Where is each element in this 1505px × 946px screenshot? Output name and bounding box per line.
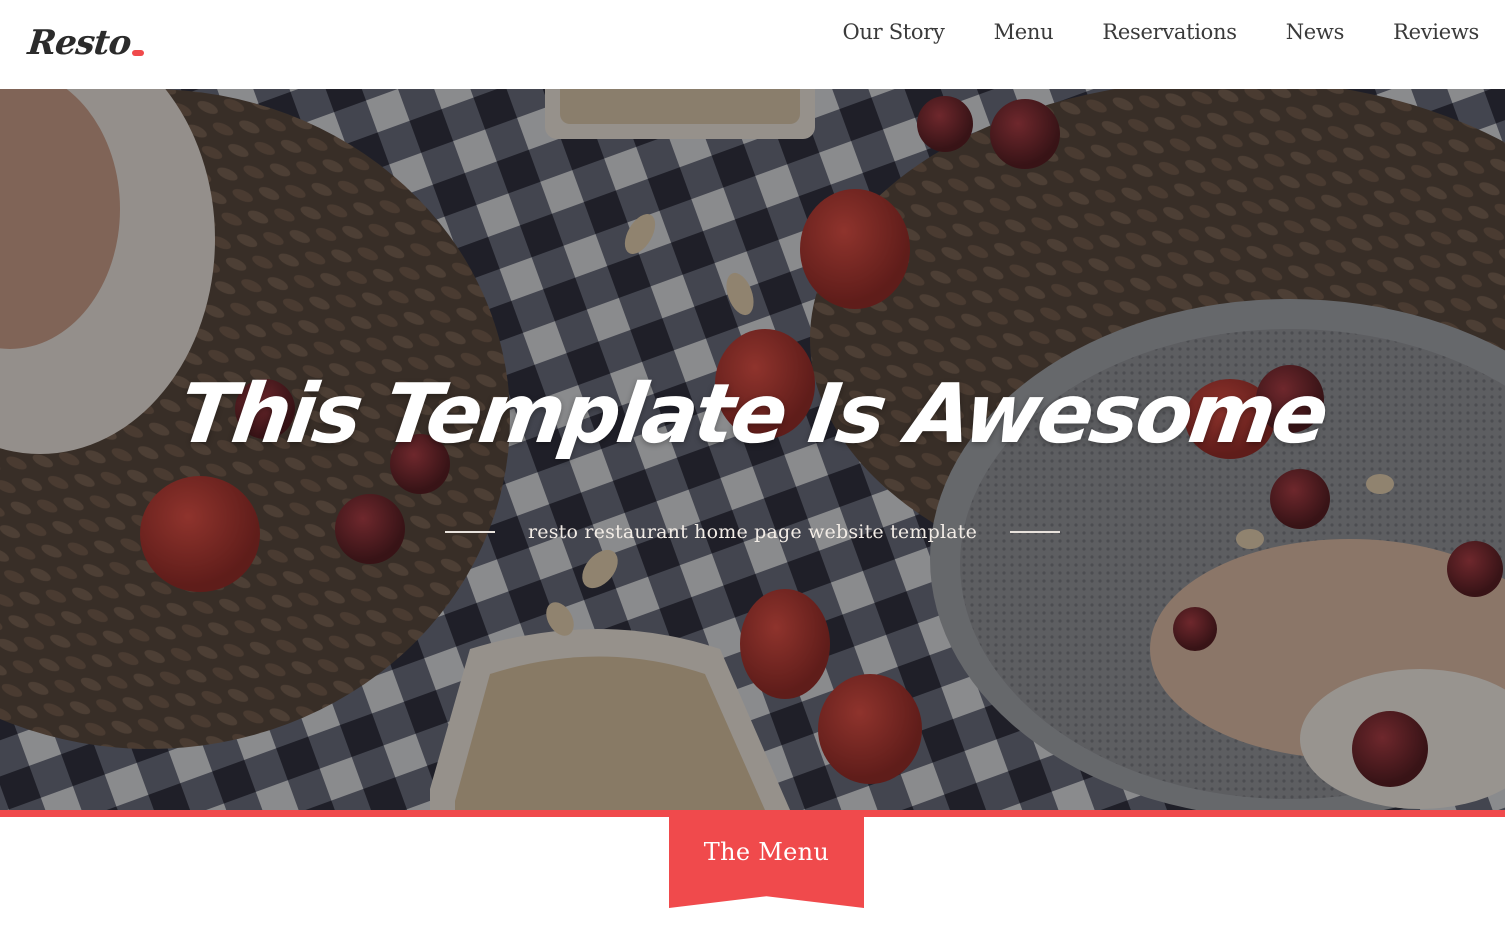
hero-divider-right xyxy=(1010,531,1061,533)
logo-text: Resto xyxy=(25,23,133,63)
hero-subtitle-row: resto restaurant home page website templ… xyxy=(0,521,1505,543)
nav-item-reservations[interactable]: Reservations xyxy=(1102,20,1237,44)
menu-section-tab[interactable]: The Menu xyxy=(669,810,864,908)
logo-dot-icon xyxy=(132,50,145,56)
menu-tab-label: The Menu xyxy=(703,838,830,866)
nav-item-our-story[interactable]: Our Story xyxy=(842,20,944,44)
nav-item-news[interactable]: News xyxy=(1286,20,1345,44)
hero-divider-left xyxy=(444,531,495,533)
site-header: Resto Our Story Menu Reservations News R… xyxy=(0,0,1505,89)
logo[interactable]: Resto xyxy=(25,10,145,63)
nav-item-menu[interactable]: Menu xyxy=(994,20,1054,44)
hero-title: This Template Is Awesome xyxy=(173,367,1332,462)
hero-section: This Template Is Awesome resto restauran… xyxy=(0,89,1505,810)
main-nav: Our Story Menu Reservations News Reviews xyxy=(793,20,1479,44)
nav-item-reviews[interactable]: Reviews xyxy=(1393,20,1479,44)
hero-subtitle: resto restaurant home page website templ… xyxy=(527,521,978,543)
